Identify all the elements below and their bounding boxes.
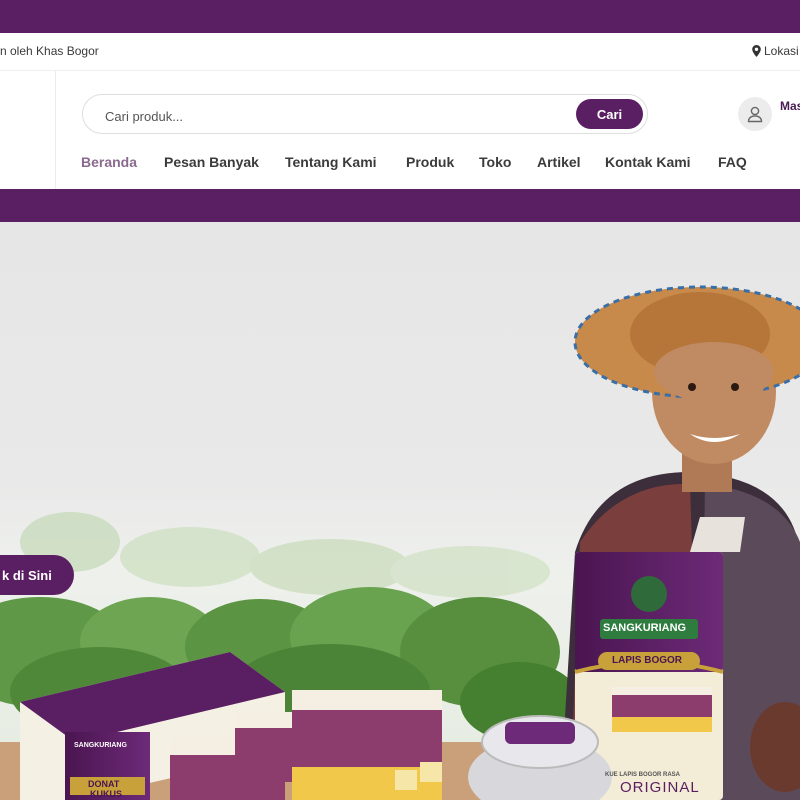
search-bar: Cari (82, 94, 648, 134)
search-input[interactable] (103, 105, 547, 127)
location-pin-icon (752, 45, 761, 57)
account-avatar[interactable] (738, 97, 772, 131)
nav-item-beranda[interactable]: Beranda (81, 154, 137, 170)
nav-item-kontak-kami[interactable]: Kontak Kami (605, 154, 691, 170)
location-label: Lokasi (764, 44, 799, 58)
hero-banner: SANGKURIANG LAPIS BOGOR KUE LAPIS BOGOR … (0, 222, 800, 800)
user-icon (747, 106, 763, 123)
donut-box-brand-text: SANGKURIANG (74, 742, 127, 749)
box-subtitle-text: KUE LAPIS BOGOR RASA (605, 772, 681, 778)
box-product-text: LAPIS BOGOR (612, 655, 683, 666)
nav-item-tentang-kami[interactable]: Tentang Kami (285, 154, 377, 170)
donut-box-product-text: DONAT (88, 779, 120, 789)
search-button[interactable]: Cari (576, 99, 643, 129)
top-announcement-bar (0, 0, 800, 33)
nav-item-produk[interactable]: Produk (406, 154, 454, 170)
promo-bar (0, 189, 800, 222)
tagline-text: n oleh Khas Bogor (0, 44, 99, 58)
nav-item-artikel[interactable]: Artikel (537, 154, 581, 170)
nav-item-toko[interactable]: Toko (479, 154, 511, 170)
box-brand-text: SANGKURIANG (603, 622, 687, 634)
site-header: Cari Mas Beranda Pesan Banyak Tentang Ka… (0, 71, 800, 189)
logo-divider (55, 71, 56, 189)
login-link[interactable]: Mas (780, 99, 800, 113)
hero-illustration (0, 285, 800, 800)
box-flavor-text: ORIGINAL (620, 779, 700, 796)
donut-box-product2-text: KUKUS (90, 789, 123, 799)
cake-cup (468, 715, 612, 800)
nav-item-pesan-banyak[interactable]: Pesan Banyak (164, 154, 259, 170)
location-link[interactable]: Lokasi (752, 44, 799, 58)
info-bar: n oleh Khas Bogor Lokasi (0, 33, 800, 71)
nav-item-faq[interactable]: FAQ (718, 154, 747, 170)
hero-cta-button[interactable]: k di Sini (0, 555, 74, 595)
background-trees (20, 512, 550, 598)
